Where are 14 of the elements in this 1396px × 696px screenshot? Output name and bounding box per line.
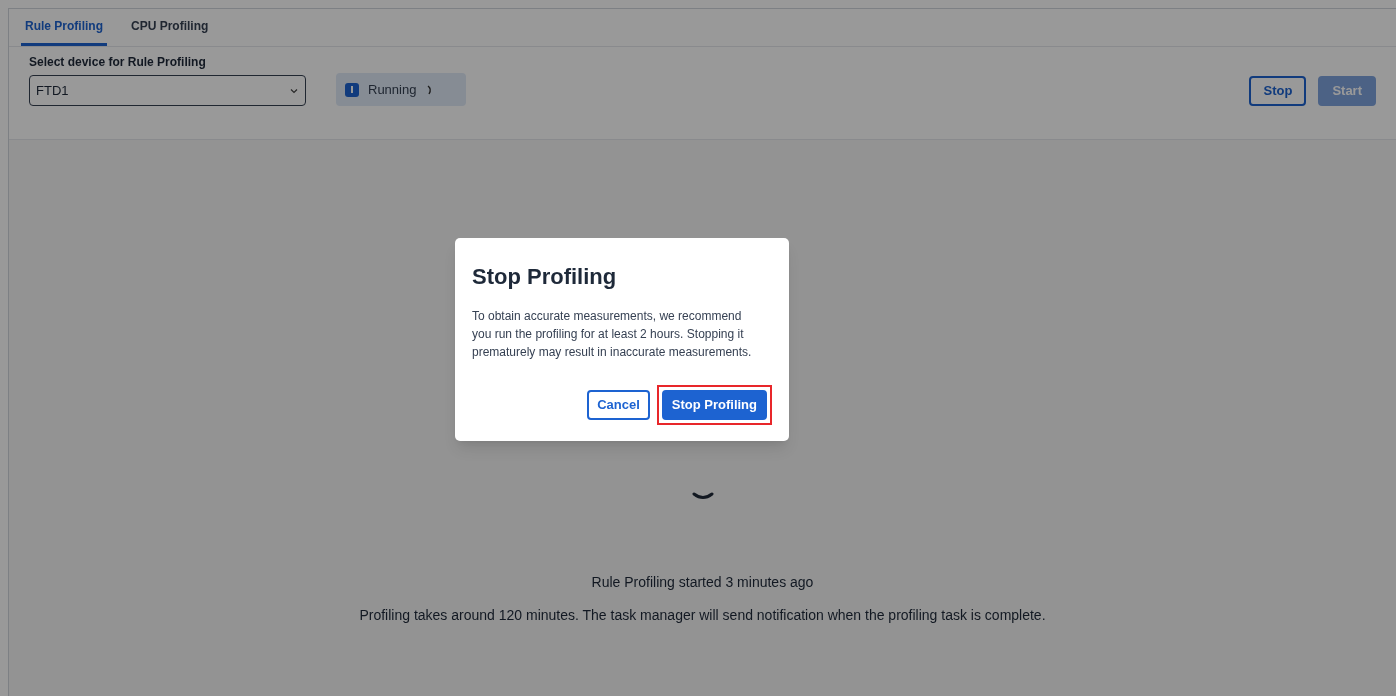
tab[interactable]: CPU Profiling [127,9,213,46]
secondary-button[interactable]: Stop [1249,75,1307,106]
secondary-button[interactable]: Cancel [587,390,650,420]
dropdown-value: FTD1 [36,81,69,100]
dialog-title: Stop Profiling [472,263,618,291]
device-dropdown[interactable]: FTD1 [29,75,306,106]
info-text: Profiling takes around 120 minutes. The task manager will send notification when the profiling task is complete. [359,606,1046,625]
primary-button[interactable]: Stop Profiling [661,390,767,420]
field-label: Select device for Rule Profiling [29,54,207,71]
status-text: Running [368,80,417,99]
info-icon [345,82,359,97]
spinner-icon [691,492,714,500]
started-text: Rule Profiling started 3 minutes ago [591,573,814,592]
dialog-message: To obtain accurate measurements, we recommend you run the profiling for at least 2 hours. Stopping it prematurely may result in inaccurate measurements. [472,308,753,361]
